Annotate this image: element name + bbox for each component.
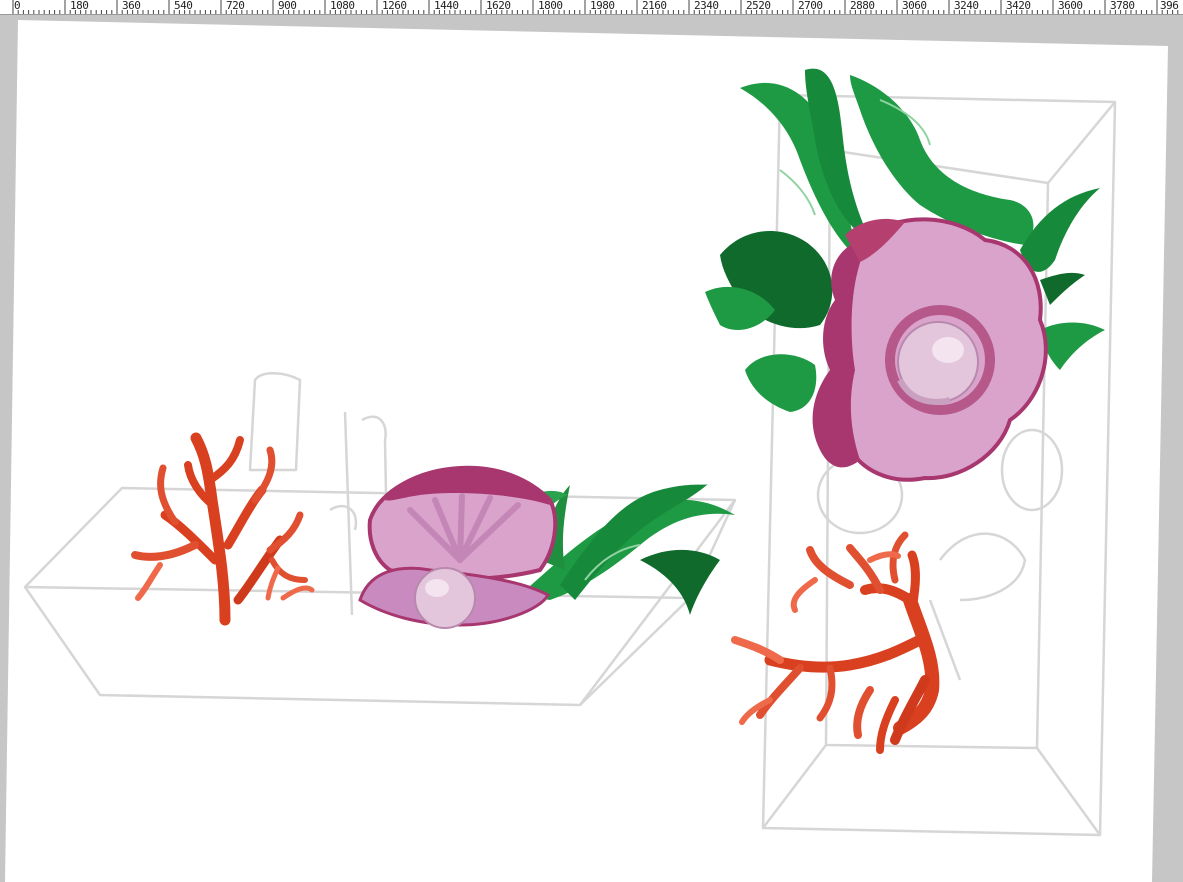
ruler-label: 2880: [850, 0, 875, 12]
ruler-label: 180: [70, 0, 89, 12]
ruler-label: 1620: [486, 0, 511, 12]
ruler-label: 1260: [382, 0, 407, 12]
ruler-label: 3420: [1006, 0, 1031, 12]
clam-open[interactable]: [358, 465, 558, 629]
ruler-label: 2340: [694, 0, 719, 12]
pearl-highlight: [425, 579, 449, 597]
ruler-label: 2520: [746, 0, 771, 12]
ruler-label: 3240: [954, 0, 979, 12]
ruler-label: 1080: [330, 0, 355, 12]
canvas-workspace[interactable]: [0, 15, 1183, 882]
ruler-label: 900: [278, 0, 297, 12]
ruler-label: 396: [1160, 0, 1179, 12]
ruler-label: 2160: [642, 0, 667, 12]
horizontal-ruler[interactable]: 0 180 360 540 720 900 1080 1260 1440 162…: [0, 0, 1183, 15]
pearl-highlight: [932, 337, 964, 363]
ruler-label: 3060: [902, 0, 927, 12]
ruler-label: 1980: [590, 0, 615, 12]
ruler-label: 2700: [798, 0, 823, 12]
ruler-label: 3780: [1110, 0, 1135, 12]
ruler-label: 3600: [1058, 0, 1083, 12]
ruler-label: 1800: [538, 0, 563, 12]
ruler-label: 720: [226, 0, 245, 12]
ruler-label: 1440: [434, 0, 459, 12]
ruler-label: 540: [174, 0, 193, 12]
ruler-label: 360: [122, 0, 141, 12]
artboard[interactable]: [0, 15, 1183, 882]
ruler-label: 0: [14, 0, 21, 12]
